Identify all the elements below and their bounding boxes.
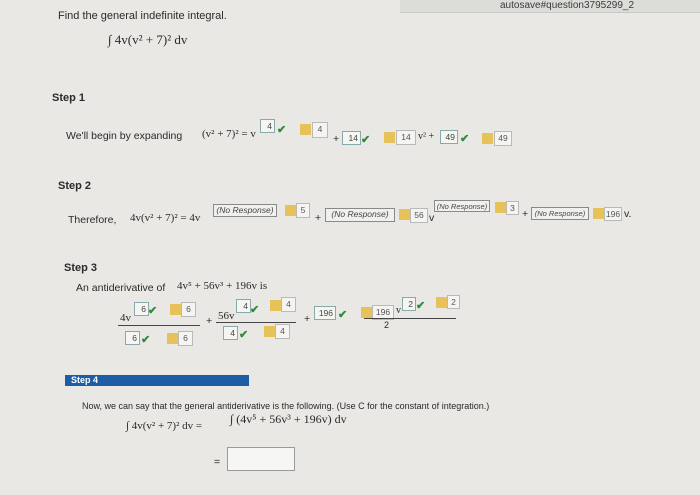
term1-coefficient: 4v — [120, 312, 131, 324]
step2-response-3[interactable]: (No Response) — [434, 200, 490, 212]
term2-denominator-box[interactable]: 4 — [275, 324, 290, 339]
step2-answer-box[interactable]: 56 — [410, 208, 428, 223]
question-prompt: Find the general indefinite integral. — [58, 10, 227, 22]
term1-exponent-answer[interactable]: 6 — [134, 302, 149, 316]
pencil-icon — [300, 124, 311, 135]
step2-label: Step 2 — [58, 180, 92, 192]
step4-label: Step 4 — [71, 375, 99, 385]
check-icon: ✔ — [277, 124, 287, 136]
check-icon: ✔ — [460, 133, 470, 145]
step1-v2-plus: v² + — [418, 131, 435, 142]
pencil-icon — [482, 133, 493, 144]
term3-variable: v — [396, 305, 401, 316]
term1-exponent-box[interactable]: 6 — [181, 302, 196, 317]
term3-exponent-box[interactable]: 2 — [447, 295, 460, 309]
pencil-icon — [264, 326, 275, 337]
step2-response-4[interactable]: (No Response) — [531, 207, 589, 220]
plus-sign: + — [315, 212, 322, 224]
plus-sign: + — [333, 133, 340, 145]
step2-text: Therefore, — [68, 214, 117, 226]
step1-expr: (v² + 7)² = v — [202, 128, 256, 140]
step1-answer-box[interactable]: 14 — [396, 130, 416, 145]
step2-answer-box[interactable]: 5 — [296, 203, 310, 218]
pencil-icon — [361, 307, 372, 318]
term2-exponent-box[interactable]: 4 — [281, 297, 296, 312]
pencil-icon — [399, 209, 410, 220]
check-icon: ✔ — [239, 329, 249, 341]
pencil-icon — [593, 208, 604, 219]
term2-exponent-answer[interactable]: 4 — [236, 299, 251, 313]
plus-sign: + — [206, 315, 213, 327]
pencil-icon — [285, 205, 296, 216]
step2-response-2[interactable]: (No Response) — [325, 208, 395, 222]
check-icon: ✔ — [416, 300, 426, 312]
step1-answer-14[interactable]: 14 — [342, 131, 361, 145]
pencil-icon — [270, 300, 281, 311]
term1-denominator-box[interactable]: 6 — [178, 331, 193, 346]
pencil-icon — [495, 202, 506, 213]
pencil-icon — [384, 132, 395, 143]
question-integral: ∫ 4v(v² + 7)² dv — [108, 32, 188, 47]
variable-v: v — [429, 212, 435, 224]
term3-coefficient-answer[interactable]: 196 — [314, 306, 336, 320]
fraction-line — [118, 325, 200, 326]
check-icon: ✔ — [148, 305, 158, 317]
step1-label: Step 1 — [52, 92, 86, 104]
fraction-line — [216, 322, 296, 323]
browser-top-bar: autosave#question3795299_2 — [400, 0, 700, 13]
step2-expr: 4v(v² + 7)² = 4v — [130, 212, 201, 224]
step3-text: An antiderivative of — [76, 282, 166, 294]
term2-coefficient: 56v — [218, 310, 235, 322]
url-fragment: autosave#question3795299_2 — [500, 0, 635, 11]
check-icon: ✔ — [141, 334, 151, 346]
step3-label: Step 3 — [64, 262, 98, 274]
pencil-icon — [436, 297, 447, 308]
step1-answer-exp[interactable]: 4 — [260, 119, 275, 133]
final-answer-input[interactable] — [227, 447, 295, 471]
check-icon: ✔ — [361, 134, 371, 146]
term3-denominator: 2 — [384, 320, 390, 330]
step1-answer-49[interactable]: 49 — [440, 130, 458, 144]
step3-expr: 4v⁵ + 56v³ + 196v is — [177, 280, 268, 292]
equals-sign: = — [214, 456, 221, 468]
step1-answer-box[interactable]: 4 — [312, 122, 328, 138]
step4-lhs: ∫ 4v(v² + 7)² dv = — [126, 420, 203, 432]
step1-answer-box[interactable]: 49 — [494, 131, 512, 146]
step2-tail: v. — [624, 208, 632, 220]
term1-denominator-answer[interactable]: 6 — [125, 331, 140, 345]
pencil-icon — [170, 304, 181, 315]
plus-sign: + — [522, 208, 529, 220]
term3-exponent-answer[interactable]: 2 — [402, 297, 416, 311]
fraction-line — [364, 318, 456, 319]
step1-text: We'll begin by expanding — [66, 130, 183, 142]
term2-denominator-answer[interactable]: 4 — [223, 326, 238, 340]
pencil-icon — [167, 333, 178, 344]
step4-header-bar: Step 4 — [65, 375, 249, 386]
plus-sign: + — [304, 313, 311, 325]
check-icon: ✔ — [250, 304, 260, 316]
step2-response-1[interactable]: (No Response) — [213, 204, 277, 217]
check-icon: ✔ — [338, 309, 348, 321]
step4-rhs: ∫ (4v⁵ + 56v³ + 196v) dv — [230, 412, 347, 426]
step4-text: Now, we can say that the general antider… — [82, 401, 490, 411]
step2-answer-box[interactable]: 3 — [506, 201, 519, 215]
step2-answer-box[interactable]: 196 — [604, 207, 622, 221]
